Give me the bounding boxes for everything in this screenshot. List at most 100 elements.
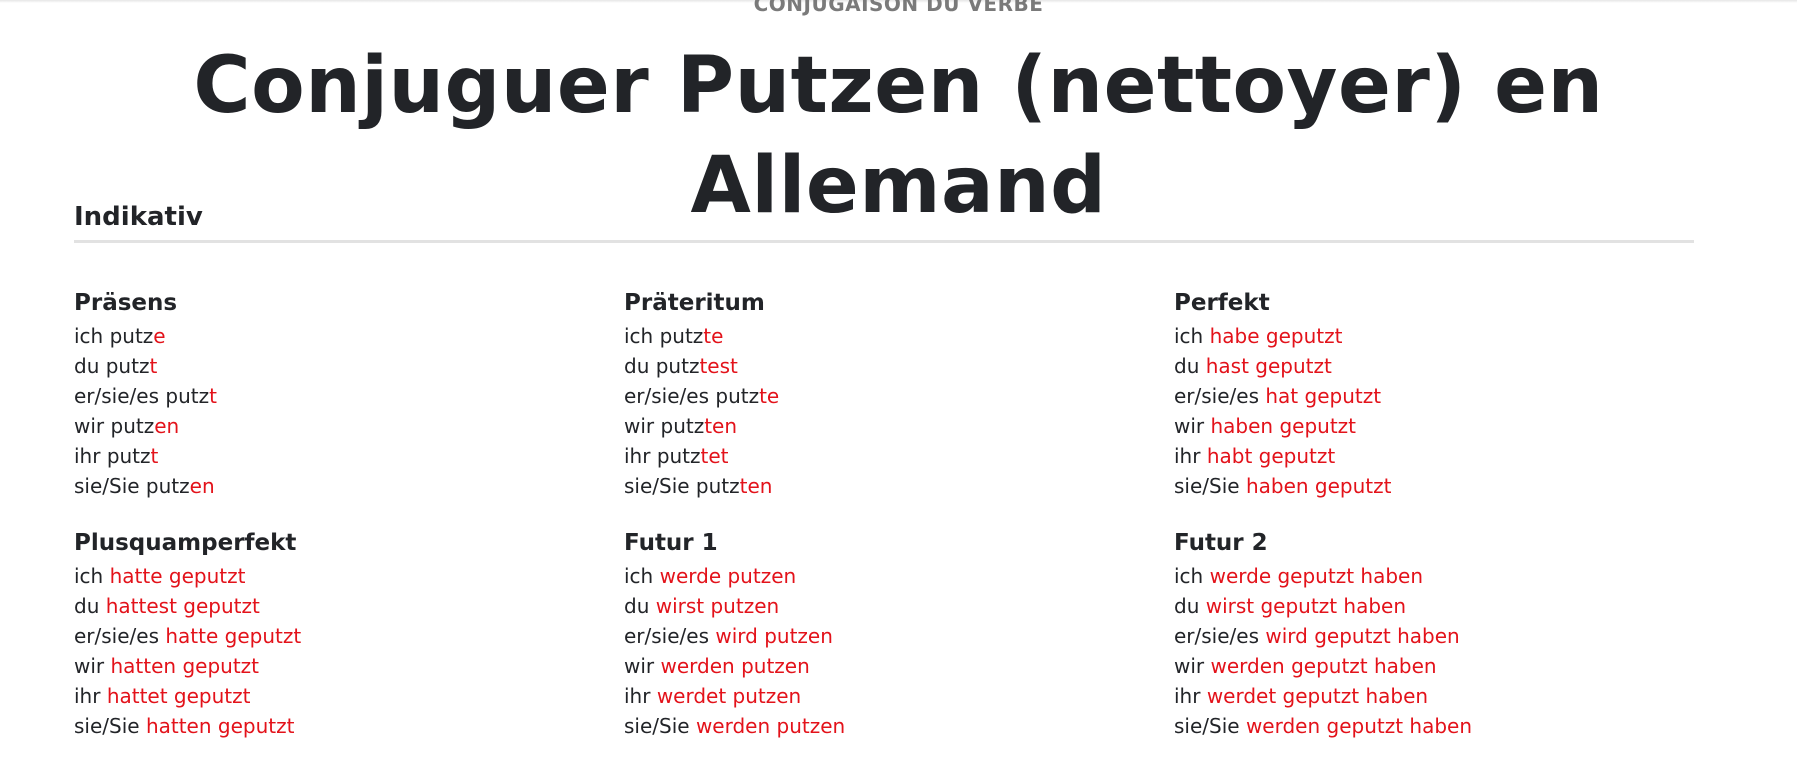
conjugation-ending: en (189, 474, 215, 498)
conjugation-ending: habe geputzt (1209, 324, 1343, 348)
conjugation-stem: sie/Sie (1174, 474, 1246, 498)
conjugation-ending: hatten geputzt (110, 654, 260, 678)
conjugation-stem: er/sie/es (1174, 624, 1266, 648)
conjugation-stem: ich (74, 564, 110, 588)
conjugation-ending: werdet geputzt haben (1206, 684, 1429, 708)
conjugation-stem: wir (74, 654, 111, 678)
conjugation-row: er/sie/es wird geputzt haben (1174, 621, 1724, 651)
conjugation-row: ich hatte geputzt (74, 561, 624, 591)
conjugation-stem: ich (624, 564, 660, 588)
conjugation-stem: sie/Sie putz (74, 474, 190, 498)
conjugation-ending: werdet putzen (656, 684, 802, 708)
conjugation-ending: ten (739, 474, 773, 498)
conjugation-stem: ihr (624, 684, 657, 708)
conjugation-stem: sie/Sie putz (624, 474, 740, 498)
tense-block: Perfekt ich habe geputzt du hast geputzt er… (1174, 285, 1724, 525)
conjugation-ending: werden putzen (695, 714, 846, 738)
tense-block: Präteritum ich putzte du putztest er/sie/es… (624, 285, 1174, 525)
conjugation-stem: er/sie/es (1174, 384, 1266, 408)
conjugation-stem: ich putz (74, 324, 154, 348)
conjugation-row: ihr werdet putzen (624, 681, 1174, 711)
conjugation-row: er/sie/es hat geputzt (1174, 381, 1724, 411)
conjugation-row: er/sie/es hatte geputzt (74, 621, 624, 651)
conjugation-ending: te (703, 324, 724, 348)
tense-block: Plusquamperfekt ich hatte geputzt du hatte… (74, 525, 624, 765)
conjugation-row: wir putzten (624, 411, 1174, 441)
conjugation-stem: wir putz (624, 414, 705, 438)
conjugation-row: du hattest geputzt (74, 591, 624, 621)
conjugation-ending: hatten geputzt (145, 714, 295, 738)
conjugation-row: er/sie/es wird putzen (624, 621, 1174, 651)
conjugation-stem: ihr (74, 684, 107, 708)
conjugation-row: ihr habt geputzt (1174, 441, 1724, 471)
conjugation-ending: hatte geputzt (109, 564, 246, 588)
conjugation-stem: ich (1174, 324, 1210, 348)
conjugation-row: ich habe geputzt (1174, 321, 1724, 351)
tense-heading: Perfekt (1174, 290, 1270, 316)
conjugation-stem: du (1174, 594, 1206, 618)
conjugation-ending: e (153, 324, 166, 348)
conjugation-stem: er/sie/es putz (74, 384, 210, 408)
conjugation-ending: werden geputzt haben (1210, 654, 1437, 678)
conjugation-stem: sie/Sie (74, 714, 146, 738)
mood-heading: Indikativ (74, 202, 203, 232)
tense-grid: Präsens ich putze du putzt er/sie/es putzt w… (74, 285, 1724, 765)
conjugation-row: ich werde putzen (624, 561, 1174, 591)
conjugation-row: wir werden geputzt haben (1174, 651, 1724, 681)
conjugation-row: ihr hattet geputzt (74, 681, 624, 711)
conjugation-ending: en (154, 414, 180, 438)
conjugation-stem: ihr (1174, 684, 1207, 708)
conjugation-ending: werden geputzt haben (1245, 714, 1473, 738)
conjugation-stem: ihr putz (624, 444, 701, 468)
conjugation-ending: haben geputzt (1245, 474, 1392, 498)
tense-heading: Plusquamperfekt (74, 530, 297, 556)
tense-block: Präsens ich putze du putzt er/sie/es putzt w… (74, 285, 624, 525)
mood-divider (74, 240, 1694, 243)
conjugation-ending: hatte geputzt (165, 624, 302, 648)
conjugation-row: wir hatten geputzt (74, 651, 624, 681)
conjugation-ending: wirst geputzt haben (1205, 594, 1407, 618)
conjugation-ending: wird geputzt haben (1265, 624, 1460, 648)
conjugation-row: du wirst putzen (624, 591, 1174, 621)
conjugation-ending: te (759, 384, 780, 408)
conjugation-stem: wir (1174, 654, 1211, 678)
conjugation-stem: wir (624, 654, 661, 678)
conjugation-row: sie/Sie haben geputzt (1174, 471, 1724, 501)
conjugation-row: du hast geputzt (1174, 351, 1724, 381)
conjugation-row: ich werde geputzt haben (1174, 561, 1724, 591)
conjugation-ending: hattet geputzt (106, 684, 251, 708)
conjugation-row: wir werden putzen (624, 651, 1174, 681)
conjugation-stem: ich putz (624, 324, 704, 348)
tense-heading: Futur 1 (624, 530, 718, 556)
conjugation-stem: sie/Sie (1174, 714, 1246, 738)
tense-heading: Futur 2 (1174, 530, 1268, 556)
conjugation-row: ihr werdet geputzt haben (1174, 681, 1724, 711)
conjugation-ending: hattest geputzt (105, 594, 260, 618)
conjugation-row: er/sie/es putzt (74, 381, 624, 411)
conjugation-stem: du (624, 594, 656, 618)
tense-block: Futur 1 ich werde putzen du wirst putzen er… (624, 525, 1174, 765)
conjugation-stem: ihr putz (74, 444, 151, 468)
conjugation-ending: habt geputzt (1206, 444, 1336, 468)
conjugation-stem: er/sie/es (74, 624, 166, 648)
conjugation-row: er/sie/es putzte (624, 381, 1174, 411)
conjugation-row: ihr putzt (74, 441, 624, 471)
conjugation-stem: wir (1174, 414, 1211, 438)
conjugation-ending: haben geputzt (1210, 414, 1357, 438)
conjugation-ending: wirst putzen (655, 594, 780, 618)
conjugation-ending: hat geputzt (1265, 384, 1382, 408)
conjugation-stem: er/sie/es (624, 624, 716, 648)
conjugation-row: wir putzen (74, 411, 624, 441)
conjugation-row: ihr putztet (624, 441, 1174, 471)
conjugation-ending: werden putzen (660, 654, 810, 678)
conjugation-ending: t (209, 384, 217, 408)
tense-heading: Präteritum (624, 290, 765, 316)
conjugation-row: du wirst geputzt haben (1174, 591, 1724, 621)
conjugation-stem: wir putz (74, 414, 155, 438)
conjugation-ending: hast geputzt (1205, 354, 1332, 378)
tense-block: Futur 2 ich werde geputzt haben du wirst g… (1174, 525, 1724, 765)
conjugation-stem: ihr (1174, 444, 1207, 468)
conjugation-row: du putzt (74, 351, 624, 381)
conjugation-stem: du (74, 594, 106, 618)
conjugation-row: ich putze (74, 321, 624, 351)
